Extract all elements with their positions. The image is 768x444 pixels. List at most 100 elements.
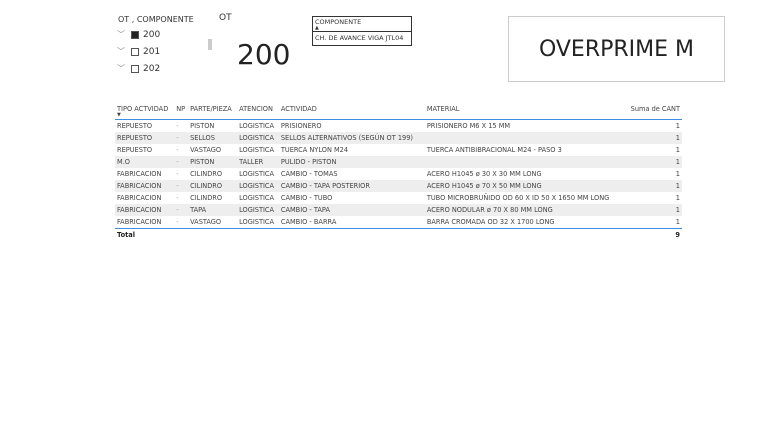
table-cell: SELLOS [188, 132, 238, 144]
table-cell: ACERO NODULAR ø 70 X 80 MM LONG [424, 204, 625, 216]
table-cell: - [174, 180, 189, 192]
table-cell: TUBO MICROBRUÑIDO OD 60 X ID 50 X 1650 M… [426, 194, 610, 202]
slicer-item[interactable]: ﹀ 201 [117, 46, 160, 57]
table-cell: REPUESTO [115, 132, 175, 144]
table-row[interactable]: M.O - PISTON TALLER PULIDO - PISTON 1 [115, 156, 682, 168]
column-header[interactable]: ACTIVIDAD [278, 103, 425, 120]
checkbox[interactable] [131, 47, 139, 56]
column-header[interactable]: Suma de CANT [624, 103, 682, 120]
table-cell: PRISIONERO M6 X 15 MM [426, 122, 511, 130]
table-cell: CAMBIO - TAPA POSTERIOR [278, 180, 425, 192]
table-cell: LOGISTICA [237, 216, 279, 229]
column-header-label: MATERIAL [426, 105, 460, 113]
table-cell: 1 [624, 216, 682, 229]
total-row: Total 9 [115, 229, 682, 242]
table-cell: CILINDRO [190, 170, 223, 178]
table-cell [424, 156, 625, 168]
table-cell: REPUESTO [117, 122, 153, 130]
table-cell: TUERCA ANTIBIBRACIONAL M24 - PASO 3 [426, 146, 562, 154]
table-row[interactable]: FABRICACION - CILINDRO LOGISTICA CAMBIO - TO… [115, 168, 682, 180]
componente-header-label: COMPONENTE [315, 18, 362, 26]
table-cell: FABRICACION [117, 194, 162, 202]
table-cell: 1 [675, 146, 680, 154]
checkbox[interactable] [131, 30, 139, 39]
total-value: 9 [675, 231, 680, 239]
table-cell: LOGISTICA [237, 132, 279, 144]
table-cell: 1 [624, 204, 682, 216]
table-cell: TALLER [237, 156, 279, 168]
table-cell: SELLOS ALTERNATIVOS (SEGÚN OT 199) [278, 132, 425, 144]
table-cell: 1 [675, 194, 680, 202]
table-row[interactable]: FABRICACION - CILINDRO LOGISTICA CAMBIO - TA… [115, 180, 682, 192]
table-cell: - [174, 132, 189, 144]
table-cell: FABRICACION [115, 180, 175, 192]
table-cell: CILINDRO [190, 194, 223, 202]
table-cell: - [176, 146, 179, 154]
column-header-label: ATENCION [239, 105, 273, 113]
table-cell: TUERCA NYLON M24 [280, 146, 349, 154]
table-row[interactable]: FABRICACION - CILINDRO LOGISTICA CAMBIO - TU… [115, 192, 682, 204]
table-cell: LOGISTICA [239, 194, 275, 202]
chevron-down-icon[interactable]: ﹀ [117, 63, 127, 74]
table-cell: - [174, 216, 189, 229]
table-row[interactable]: REPUESTO - PISTON LOGISTICA PRISIONERO PRISIO… [115, 120, 682, 133]
table-cell: PRISIONERO [280, 122, 322, 130]
table-row[interactable]: FABRICACION - TAPA LOGISTICA CAMBIO - TAPA AC… [115, 204, 682, 216]
column-header-label: Suma de CANT [630, 105, 680, 113]
table-cell: 1 [675, 122, 680, 130]
sort-up-icon: ▲ [315, 25, 319, 31]
table-cell: PISTON [188, 156, 238, 168]
table-cell: 1 [675, 170, 680, 178]
column-header-label: PARTE/PIEZA [190, 105, 232, 113]
table-cell: LOGISTICA [237, 204, 279, 216]
table-row[interactable]: REPUESTO - SELLOS LOGISTICA SELLOS ALTERNATI… [115, 132, 682, 144]
column-header[interactable]: TIPO ACTVIDAD ▼ [115, 103, 175, 120]
table-row[interactable]: FABRICACION - VASTAGO LOGISTICA CAMBIO - BAR… [115, 216, 682, 229]
table-cell: FABRICACION [115, 204, 175, 216]
slicer-item-label: 201 [143, 46, 161, 57]
column-header[interactable]: ATENCION [237, 103, 279, 120]
column-header-label: ACTIVIDAD [280, 105, 317, 113]
table-cell: PISTON [190, 122, 215, 130]
table-row[interactable]: REPUESTO - VASTAGO LOGISTICA TUERCA NYLON M2… [115, 144, 682, 156]
componente-header[interactable]: COMPONENTE ▲ [313, 17, 411, 32]
table-cell: - [176, 194, 179, 202]
table-cell: ACERO H1045 ø 70 X 50 MM LONG [424, 180, 625, 192]
table-cell: 1 [624, 156, 682, 168]
brand-title: OVERPRIME M [508, 16, 725, 82]
card-title: OT [219, 13, 232, 23]
table-cell: M.O [115, 156, 175, 168]
slicer-scrollbar[interactable] [208, 39, 212, 50]
slicer-item[interactable]: ﹀ 202 [117, 63, 160, 74]
sort-down-icon: ▼ [117, 112, 121, 118]
table-cell: LOGISTICA [239, 122, 275, 130]
table-cell: BARRA CROMADA OD 32 X 1700 LONG [424, 216, 625, 229]
componente-value: CH. DE AVANCE VIGA JTL04 [315, 34, 404, 42]
slicer-item-label: 200 [143, 29, 161, 40]
slicer-item[interactable]: ﹀ 200 [117, 29, 160, 40]
table-cell: REPUESTO [117, 146, 153, 154]
chevron-down-icon[interactable]: ﹀ [117, 46, 127, 57]
table-cell: ACERO H1045 ø 30 X 30 MM LONG [426, 170, 542, 178]
column-header[interactable]: NP [174, 103, 189, 120]
column-header[interactable]: PARTE/PIEZA [188, 103, 238, 120]
table-cell: - [176, 170, 179, 178]
slicer-item-label: 202 [143, 63, 161, 74]
table-cell: 1 [624, 132, 682, 144]
column-header-label: TIPO ACTVIDAD [117, 105, 169, 113]
detail-table: TIPO ACTVIDAD ▼ NP PARTE/PIEZA ATENCION ACTIV… [115, 103, 682, 241]
table-cell: FABRICACION [115, 216, 175, 229]
table-cell: - [174, 204, 189, 216]
table-cell: VASTAGO [188, 216, 238, 229]
total-label: Total [117, 231, 136, 239]
chevron-down-icon[interactable]: ﹀ [117, 29, 127, 40]
checkbox[interactable] [131, 64, 139, 73]
table-cell: CILINDRO [188, 180, 238, 192]
table-cell: FABRICACION [117, 170, 162, 178]
table-cell [424, 132, 625, 144]
table-cell: - [174, 156, 189, 168]
slicer-title: OT , COMPONENTE [118, 15, 194, 24]
table-cell: LOGISTICA [239, 146, 275, 154]
column-header[interactable]: MATERIAL [424, 103, 625, 120]
table-cell: CAMBIO - TOMAS [280, 170, 338, 178]
